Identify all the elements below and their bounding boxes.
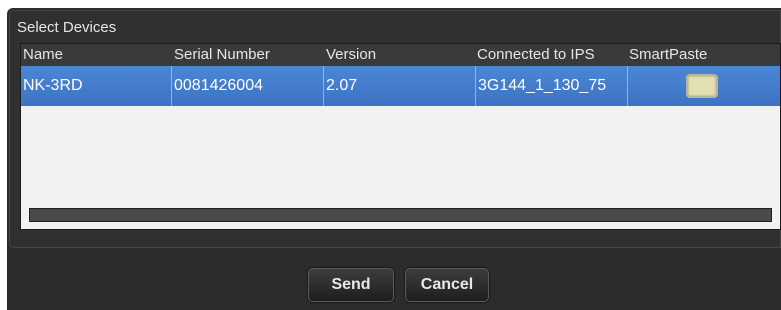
send-button[interactable]: Send bbox=[308, 268, 394, 302]
panel-title: Select Devices bbox=[17, 19, 117, 36]
column-header-name[interactable]: Name bbox=[23, 46, 63, 63]
column-header-serial-number[interactable]: Serial Number bbox=[174, 46, 270, 63]
cell-smartpaste bbox=[628, 66, 780, 106]
column-header-connected-to-ips[interactable]: Connected to IPS bbox=[477, 46, 595, 63]
table-header: Name Serial Number Version Connected to … bbox=[21, 44, 780, 66]
cancel-button[interactable]: Cancel bbox=[405, 268, 489, 302]
cell-version: 2.07 bbox=[324, 66, 476, 106]
cell-connected-to-ips: 3G144_1_130_75 bbox=[476, 66, 628, 106]
horizontal-scrollbar[interactable] bbox=[29, 208, 772, 222]
column-header-smartpaste[interactable]: SmartPaste bbox=[629, 46, 707, 63]
column-header-version[interactable]: Version bbox=[326, 46, 376, 63]
cell-serial-number: 0081426004 bbox=[172, 66, 324, 106]
cell-name: NK-3RD bbox=[21, 66, 172, 106]
devices-table: Name Serial Number Version Connected to … bbox=[20, 43, 781, 230]
smartpaste-checkbox[interactable] bbox=[686, 74, 718, 98]
table-row[interactable]: NK-3RD 0081426004 2.07 3G144_1_130_75 bbox=[21, 66, 780, 106]
